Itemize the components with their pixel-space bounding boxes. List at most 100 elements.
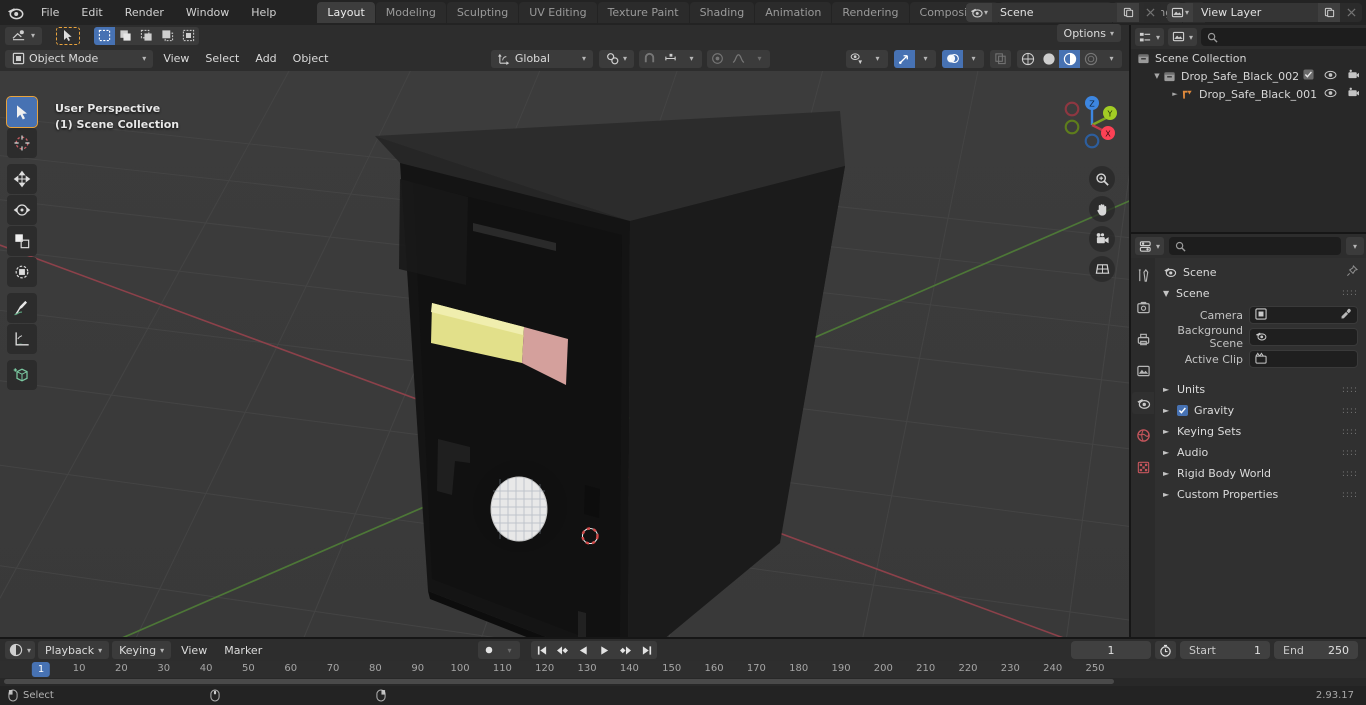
wireframe-shading-icon[interactable]	[1017, 50, 1038, 68]
chevron-right-icon[interactable]: ►	[1163, 427, 1171, 436]
eyedropper-icon[interactable]	[1340, 308, 1352, 323]
outliner-row-drop_safe_black_002[interactable]: ▼ Drop_Safe_Black_002	[1131, 67, 1366, 85]
chevron-right-icon[interactable]: ►	[1163, 490, 1171, 499]
play-icon[interactable]	[594, 641, 615, 659]
timeline-view-menu[interactable]: View	[174, 641, 214, 659]
chevron-right-icon[interactable]: ►	[1163, 448, 1171, 457]
editor-divider-vertical[interactable]	[1129, 25, 1131, 639]
chevron-right-icon[interactable]: ►	[1163, 406, 1171, 415]
menu-help[interactable]: Help	[240, 4, 287, 22]
render-tab[interactable]	[1132, 296, 1154, 318]
chevron-right-icon[interactable]: ►	[1163, 469, 1171, 478]
snap-target-selector[interactable]: ▾	[598, 49, 634, 68]
workspace-tab-shading[interactable]: Shading	[689, 2, 755, 23]
stopwatch-icon[interactable]	[1155, 641, 1176, 659]
visibility-chevron-icon[interactable]: ▾	[867, 50, 888, 68]
timeline-scrollbar[interactable]	[0, 678, 1366, 686]
record-chevron-icon[interactable]: ▾	[499, 641, 520, 659]
viewport-canvas[interactable]: User Perspective (1) Scene Collection Z …	[0, 71, 1129, 639]
timeline-scrollbar-thumb[interactable]	[4, 679, 1114, 684]
object-visibility-icon[interactable]	[846, 50, 867, 68]
tool-tab[interactable]	[1132, 264, 1154, 286]
rotate-tool[interactable]	[7, 195, 37, 225]
menu-edit[interactable]: Edit	[70, 4, 113, 22]
toggle-xray-icon[interactable]	[990, 50, 1011, 68]
scene-datablock[interactable]: ▾ Scene	[966, 3, 1161, 22]
select-set-icon[interactable]	[94, 26, 116, 45]
eye-icon[interactable]	[1324, 70, 1337, 83]
active-tool-indicator[interactable]	[56, 26, 81, 45]
viewport-menu-object[interactable]: Object	[286, 50, 336, 68]
outliner-search-field[interactable]	[1222, 30, 1366, 44]
checkbox-icon[interactable]	[1177, 405, 1188, 416]
viewport-menu-select[interactable]: Select	[198, 50, 246, 68]
properties-section-keying-sets[interactable]: ► Keying Sets::::	[1155, 421, 1366, 442]
select-invert-icon[interactable]	[157, 27, 178, 45]
gizmo-chevron-icon[interactable]: ▾	[915, 50, 936, 68]
show-overlays-icon[interactable]	[942, 49, 963, 68]
zoom-icon[interactable]	[1089, 166, 1115, 192]
outliner-display-icon[interactable]: ▾	[1135, 28, 1165, 46]
record-icon[interactable]	[478, 641, 499, 659]
properties-search-input[interactable]	[1169, 237, 1342, 255]
workspace-tab-uv-editing[interactable]: UV Editing	[519, 2, 597, 23]
camera-icon[interactable]	[1347, 87, 1360, 101]
material-preview-shading-icon[interactable]	[1059, 49, 1080, 68]
measure-tool[interactable]	[7, 324, 37, 354]
annotate-tool[interactable]	[7, 293, 37, 323]
properties-section-gravity[interactable]: ► Gravity::::	[1155, 400, 1366, 421]
playhead[interactable]: 1	[31, 662, 51, 677]
view-layer-name[interactable]: View Layer	[1193, 3, 1318, 22]
jump-start-icon[interactable]	[531, 641, 552, 659]
select-subtract-icon[interactable]	[136, 27, 157, 45]
workspace-tab-rendering[interactable]: Rendering	[832, 2, 909, 23]
viewport-menu-view[interactable]: View	[156, 50, 196, 68]
transform-orientation-selector[interactable]: Global ▾	[490, 49, 593, 68]
cursor-tool[interactable]	[7, 128, 37, 158]
camera-view-icon[interactable]	[1089, 226, 1115, 252]
checkbox-icon[interactable]	[1303, 69, 1314, 83]
outliner-row-scene collection[interactable]: Scene Collection	[1131, 49, 1366, 67]
viewport-menu-add[interactable]: Add	[248, 50, 283, 68]
scene-row-field[interactable]	[1249, 306, 1358, 324]
tweak-select-tool[interactable]	[6, 96, 38, 128]
rendered-shading-icon[interactable]	[1080, 50, 1101, 68]
outliner-row-drop_safe_black_001[interactable]: ► Drop_Safe_Black_001	[1131, 85, 1366, 103]
menu-render[interactable]: Render	[114, 4, 175, 22]
chevron-right-icon[interactable]: ►	[1163, 385, 1171, 394]
object-mode-selector[interactable]: Object Mode ▾	[5, 49, 154, 68]
scale-tool[interactable]	[7, 226, 37, 256]
jump-end-icon[interactable]	[636, 641, 657, 659]
proportional-edit-icon[interactable]	[707, 50, 728, 68]
toggle-perspective-icon[interactable]	[1089, 256, 1115, 282]
falloff-curve-icon[interactable]	[728, 50, 749, 68]
prev-keyframe-icon[interactable]	[552, 641, 573, 659]
navigation-gizmo[interactable]: Z Y X	[1047, 83, 1117, 156]
snap-chevron-icon[interactable]: ▾	[681, 50, 702, 68]
view-layer-tab[interactable]	[1132, 360, 1154, 382]
properties-section-units[interactable]: ► Units::::	[1155, 379, 1366, 400]
duplicate-icon[interactable]	[1318, 3, 1340, 22]
editor-divider-horizontal[interactable]	[1131, 232, 1366, 234]
select-intersect-icon[interactable]	[178, 27, 199, 45]
filter-id-icon[interactable]: ▾	[1168, 28, 1198, 46]
properties-options-chevron-icon[interactable]: ▾	[1346, 237, 1365, 255]
playback-menu[interactable]: Playback ▾	[38, 641, 110, 659]
menu-file[interactable]: File	[30, 4, 70, 22]
transform-tool[interactable]	[7, 257, 37, 287]
start-frame-field[interactable]: Start 1	[1180, 641, 1270, 659]
select-extend-icon[interactable]	[115, 27, 136, 45]
workspace-tab-layout[interactable]: Layout	[317, 2, 375, 23]
solid-shading-icon[interactable]	[1038, 50, 1059, 68]
view-layer-datablock[interactable]: ▾ View Layer	[1167, 3, 1362, 22]
scene-name[interactable]: Scene	[992, 3, 1117, 22]
scene-row-field[interactable]	[1249, 350, 1358, 368]
falloff-chevron-icon[interactable]: ▾	[749, 50, 770, 68]
properties-search-field[interactable]	[1190, 239, 1336, 253]
properties-section-rigid-body-world[interactable]: ► Rigid Body World::::	[1155, 463, 1366, 484]
properties-section-custom-properties[interactable]: ► Custom Properties::::	[1155, 484, 1366, 505]
next-keyframe-icon[interactable]	[615, 641, 636, 659]
unlink-icon[interactable]	[1139, 3, 1161, 22]
pin-icon[interactable]	[1346, 264, 1359, 280]
overlay-chevron-icon[interactable]: ▾	[963, 50, 984, 68]
